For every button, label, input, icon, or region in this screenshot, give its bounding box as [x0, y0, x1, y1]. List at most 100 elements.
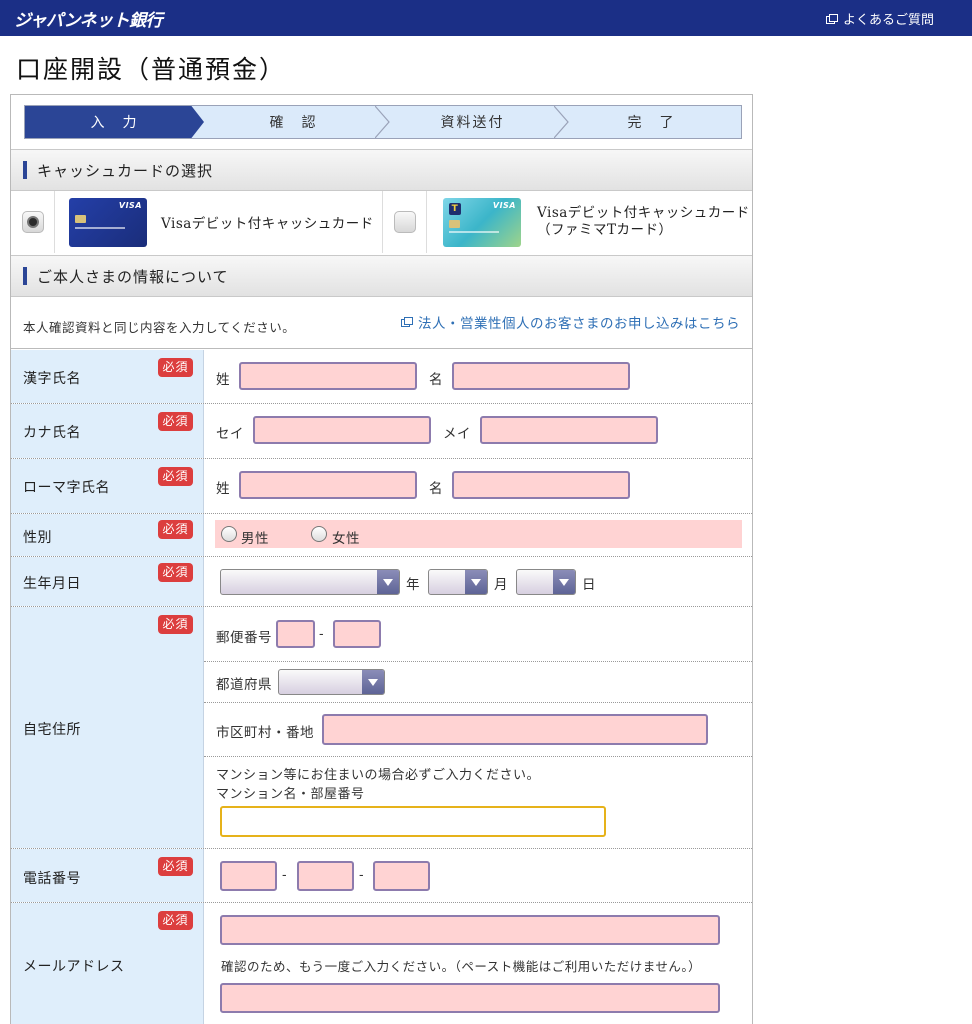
- card-option-2[interactable]: T VISA Visaデビット付キャッシュカード （ファミマTカード）: [427, 191, 752, 253]
- phone-second-input[interactable]: [297, 861, 354, 891]
- roman-given-name-input[interactable]: [452, 471, 630, 499]
- required-badge: 必須: [158, 358, 193, 377]
- kanji-surname-input[interactable]: [239, 362, 417, 390]
- surname-label: 姓: [216, 372, 230, 388]
- postal-dash: -: [319, 626, 325, 642]
- corporate-application-link[interactable]: 法人・営業性個人のお客さまのお申し込みはこちら: [401, 312, 740, 332]
- card-option-1-radio[interactable]: [21, 211, 44, 233]
- page-title: 口座開設（普通預金）: [16, 55, 287, 84]
- building-label: マンション名・部屋番号: [216, 787, 365, 802]
- phone-third-input[interactable]: [373, 861, 430, 891]
- gender-options: [215, 520, 742, 548]
- chevron-down-icon: [377, 570, 399, 594]
- card-option-2-label: Visaデビット付キャッシュカード: [537, 205, 750, 221]
- progress-steps: 入 力 確 認 資料送付 完 了: [24, 105, 742, 139]
- chevron-down-icon: [362, 670, 384, 694]
- row-phone: 電話番号 必須 - -: [11, 849, 752, 903]
- prefecture-label: 都道府県: [216, 677, 272, 693]
- card-option-1[interactable]: VISA Visaデビット付キャッシュカード: [55, 191, 383, 253]
- divider: [204, 702, 752, 703]
- kana-surname-input[interactable]: [253, 416, 431, 444]
- given-name-label: 名: [429, 481, 443, 497]
- personal-section-header: ご本人さまの情報について: [11, 255, 752, 297]
- phone-dash: -: [359, 867, 365, 883]
- kana-given-name-input[interactable]: [480, 416, 658, 444]
- chevron-down-icon: [465, 570, 487, 594]
- card-options: VISA Visaデビット付キャッシュカード T VISA Visaデビット付キャ…: [11, 191, 752, 253]
- field-label: 電話番号: [23, 871, 81, 887]
- required-badge: 必須: [158, 563, 193, 582]
- field-label: メールアドレス: [23, 959, 125, 975]
- gender-male-radio[interactable]: [221, 526, 237, 542]
- prefecture-select[interactable]: [278, 669, 385, 695]
- required-badge: 必須: [158, 857, 193, 876]
- row-birthday: 生年月日 必須 年 月 日: [11, 557, 752, 607]
- gender-male-label[interactable]: 男性: [241, 527, 269, 547]
- month-label: 月: [494, 577, 508, 593]
- required-badge: 必須: [158, 615, 193, 634]
- external-window-icon: [401, 317, 413, 327]
- email-input[interactable]: [220, 915, 720, 945]
- required-badge: 必須: [158, 412, 193, 431]
- city-address-input[interactable]: [322, 714, 708, 745]
- required-badge: 必須: [158, 911, 193, 930]
- divider: [204, 756, 752, 757]
- field-label: 漢字氏名: [23, 371, 81, 387]
- phone-dash: -: [282, 867, 288, 883]
- year-label: 年: [406, 577, 420, 593]
- email-confirm-note: 確認のため、もう一度ご入力ください。（ペースト機能はご利用いただけません。）: [221, 959, 702, 974]
- faq-link[interactable]: よくあるご質問: [825, 9, 934, 28]
- row-email: メールアドレス 必須 確認のため、もう一度ご入力ください。（ペースト機能はご利用…: [11, 903, 752, 1024]
- city-label: 市区町村・番地: [216, 725, 314, 741]
- chevron-down-icon: [553, 570, 575, 594]
- card-section-header: キャッシュカードの選択: [11, 149, 752, 191]
- card-option-1-label: Visaデビット付キャッシュカード: [161, 216, 374, 232]
- section-marker: [23, 267, 27, 285]
- gender-female-radio[interactable]: [311, 526, 327, 542]
- building-note: マンション等にお住まいの場合必ずご入力ください。: [216, 768, 541, 783]
- email-confirm-input[interactable]: [220, 983, 720, 1013]
- building-input[interactable]: [220, 806, 606, 837]
- kanji-given-name-input[interactable]: [452, 362, 630, 390]
- card-option-2-radio[interactable]: [393, 211, 416, 233]
- kana-given-label: メイ: [443, 426, 471, 442]
- card-option-2-sublabel: （ファミマTカード）: [537, 222, 673, 238]
- given-name-label: 名: [429, 372, 443, 388]
- famima-t-card-image: T VISA: [443, 197, 521, 247]
- row-kana-name: カナ氏名 必須 セイ メイ: [11, 404, 752, 459]
- step-input: 入 力: [25, 106, 204, 138]
- card-option-1-radio-cell[interactable]: [11, 191, 55, 253]
- birth-month-select[interactable]: [428, 569, 488, 595]
- step-complete: 完 了: [627, 115, 676, 131]
- application-form: 入 力 確 認 資料送付 完 了 キャッシュカードの選択 VISA Visaデビ…: [10, 94, 753, 1024]
- intro-text: 本人確認資料と同じ内容を入力してください。: [23, 320, 296, 335]
- visa-debit-card-image: VISA: [69, 197, 147, 247]
- kana-surname-label: セイ: [216, 426, 244, 442]
- postal-code-first-input[interactable]: [276, 620, 315, 648]
- day-label: 日: [582, 577, 596, 593]
- bank-logo[interactable]: ジャパンネット銀行: [14, 6, 163, 31]
- row-address: 自宅住所 必須 郵便番号 - 都道府県 市区町村・番地 マンション等にお住まいの…: [11, 607, 752, 849]
- card-section-title: キャッシュカードの選択: [37, 161, 214, 180]
- gender-female-label[interactable]: 女性: [332, 527, 360, 547]
- required-badge: 必須: [158, 467, 193, 486]
- phone-first-input[interactable]: [220, 861, 277, 891]
- postal-code-second-input[interactable]: [333, 620, 381, 648]
- faq-label[interactable]: よくあるご質問: [843, 9, 934, 28]
- personal-section-title: ご本人さまの情報について: [37, 267, 229, 286]
- field-label: 自宅住所: [23, 722, 81, 738]
- surname-label: 姓: [216, 481, 230, 497]
- field-label: ローマ字氏名: [23, 480, 110, 496]
- field-label: 生年月日: [23, 576, 81, 592]
- row-roman-name: ローマ字氏名 必須 姓 名: [11, 459, 752, 514]
- card-option-2-radio-cell[interactable]: [383, 191, 427, 253]
- step-separator-icon: [375, 106, 390, 138]
- birth-day-select[interactable]: [516, 569, 576, 595]
- field-label: カナ氏名: [23, 425, 81, 441]
- birth-year-select[interactable]: [220, 569, 400, 595]
- postal-label: 郵便番号: [216, 630, 272, 646]
- personal-intro: 本人確認資料と同じ内容を入力してください。 法人・営業性個人のお客さまのお申し込…: [11, 297, 752, 349]
- external-window-icon: [825, 13, 838, 24]
- step-confirm: 確 認: [204, 106, 390, 138]
- roman-surname-input[interactable]: [239, 471, 417, 499]
